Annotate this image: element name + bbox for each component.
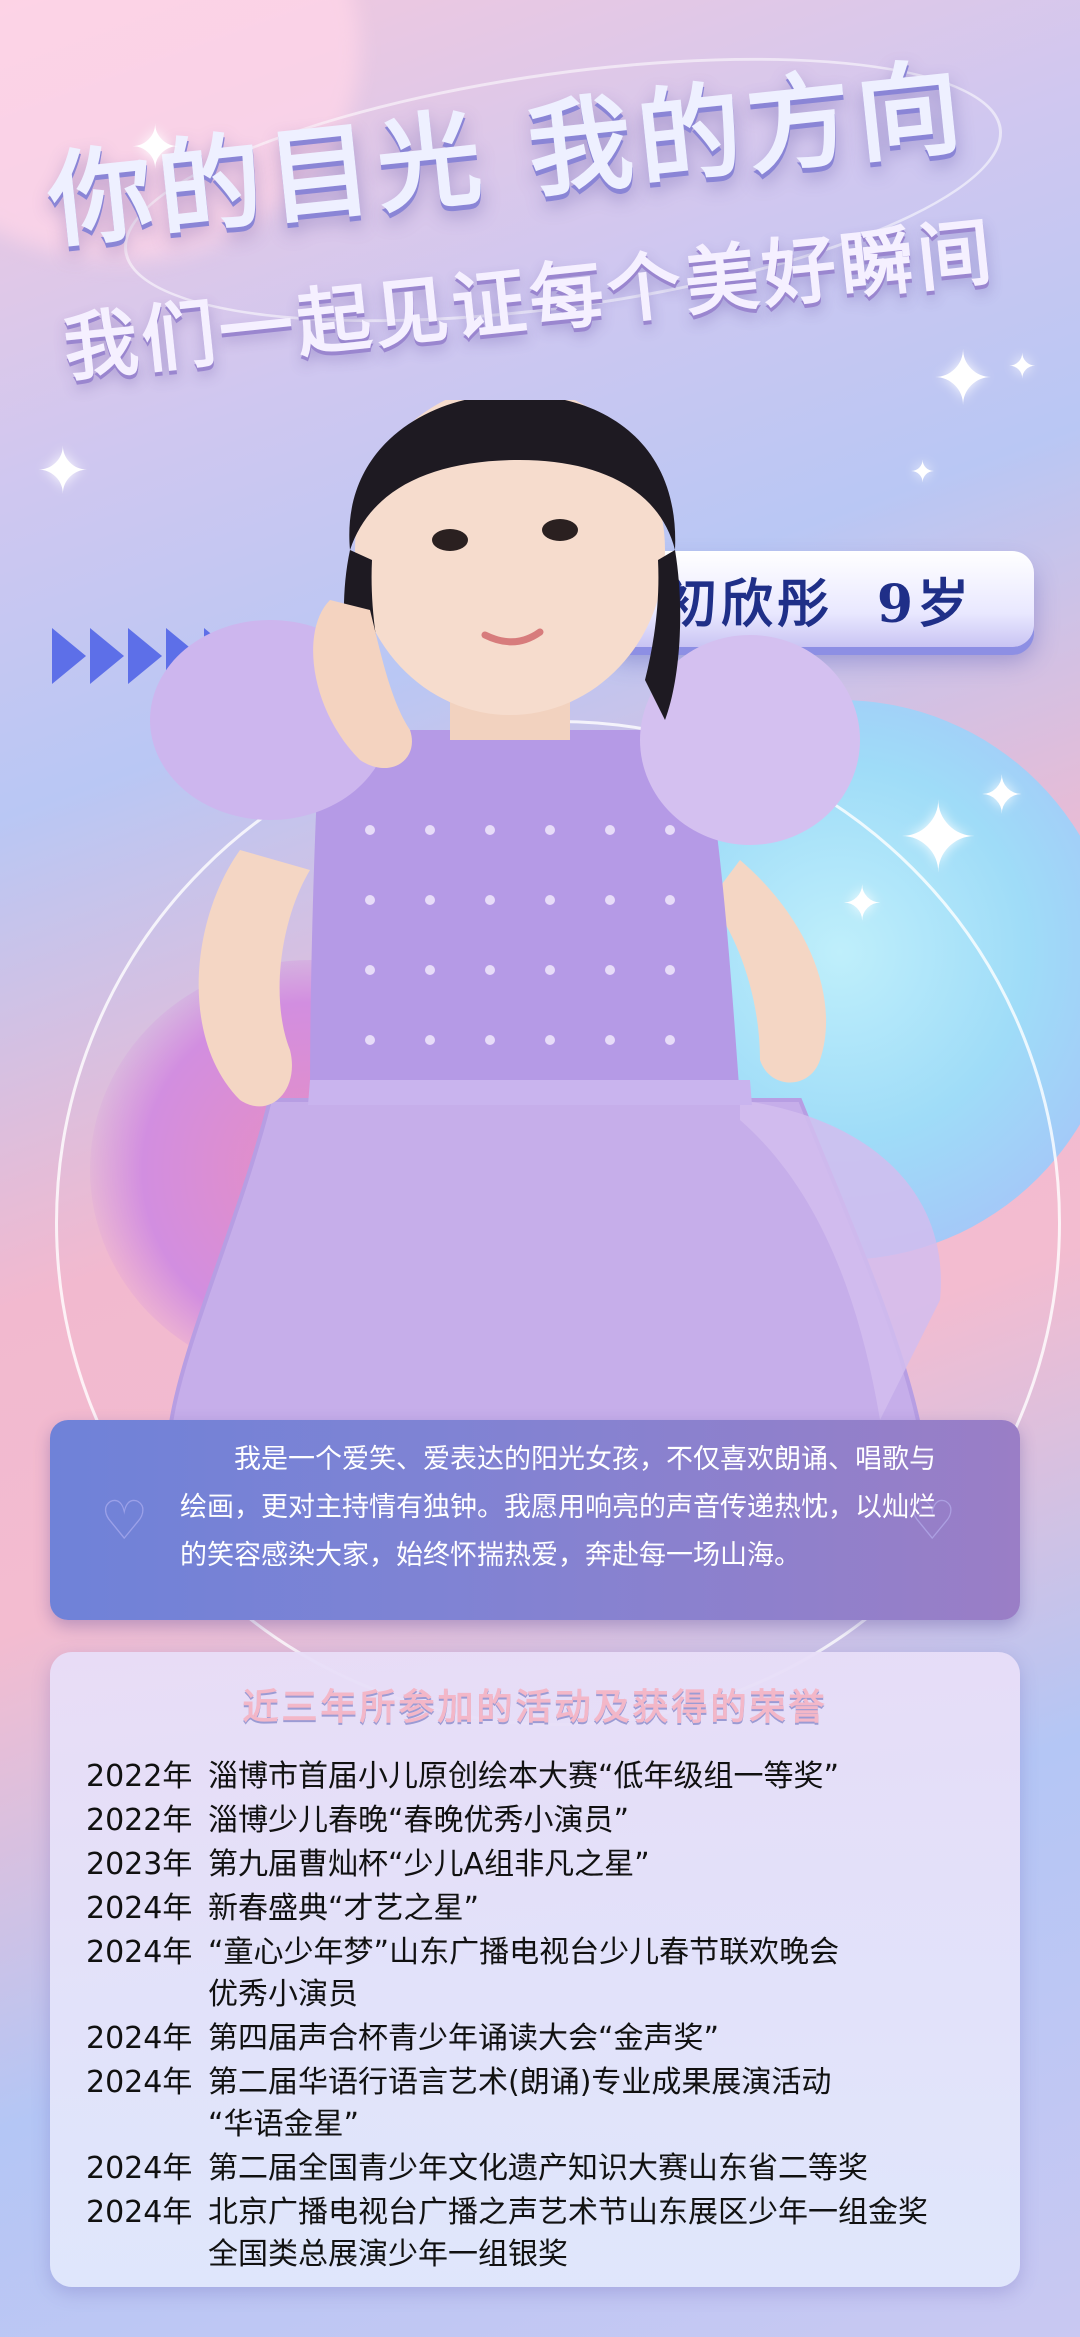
- honor-year: 2022年: [86, 1803, 193, 1838]
- honor-text: 淄博少儿春晚“春晚优秀小演员”: [208, 1803, 630, 1838]
- honor-text: 第二届华语行语言艺术(朗诵)专业成果展演活动: [208, 2065, 832, 2100]
- honor-text: 第四届声合杯青少年诵读大会“金声奖”: [208, 2021, 720, 2056]
- honor-text-continued: 全国类总展演少年一组银奖: [208, 2237, 568, 2272]
- honors-title: 近三年所参加的活动及获得的荣誉: [242, 1687, 828, 1728]
- list-item: 2024年 第四届声合杯青少年诵读大会“金声奖”: [86, 2018, 719, 2060]
- sparkle-star-icon: ✦: [980, 766, 1024, 826]
- honor-year: 2024年: [86, 1891, 193, 1926]
- poster: 你的目光 我的方向 我们一起见证每个美好瞬间 ✦ ✦ ✦ ✦ ✦ ✦ ✦ ✦ 初…: [0, 0, 1080, 2337]
- honor-text-continued: “华语金星”: [208, 2107, 360, 2142]
- honor-year: 2024年: [86, 2151, 193, 2186]
- list-item: 2022年 淄博市首届小儿原创绘本大赛“低年级组一等奖”: [86, 1756, 839, 1798]
- child-portrait-photo: [150, 400, 941, 1430]
- honor-text: 淄博市首届小儿原创绘本大赛“低年级组一等奖”: [208, 1759, 840, 1794]
- list-item: 2022年 淄博少儿春晚“春晚优秀小演员”: [86, 1800, 629, 1842]
- honor-year: 2024年: [86, 2021, 193, 2056]
- heart-icon: ♡: [100, 1489, 149, 1552]
- list-item: 2024年 “童心少年梦”山东广播电视台少儿春节联欢晚会: [86, 1932, 839, 1974]
- sparkle-star-icon: ✦: [36, 435, 90, 509]
- honor-year: 2024年: [86, 2195, 193, 2230]
- intro-card: ♡ ♡ 我是一个爱笑、爱表达的阳光女孩，不仅喜欢朗诵、唱歌与绘画，更对主持情有独…: [50, 1420, 1020, 1620]
- list-item: 2023年 第九届曹灿杯“少儿A组非凡之星”: [86, 1844, 650, 1886]
- honors-card: 近三年所参加的活动及获得的荣誉 2022年 淄博市首届小儿原创绘本大赛“低年级组…: [50, 1652, 1020, 2287]
- list-item: 2024年 新春盛典“才艺之星”: [86, 1888, 479, 1930]
- intro-paragraph: 我是一个爱笑、爱表达的阳光女孩，不仅喜欢朗诵、唱歌与绘画，更对主持情有独钟。我愿…: [180, 1444, 936, 1571]
- honor-text: 北京广播电视台广播之声艺术节山东展区少年一组金奖: [208, 2195, 928, 2230]
- honor-year: 2024年: [86, 1935, 193, 1970]
- list-item: 2024年 第二届华语行语言艺术(朗诵)专业成果展演活动: [86, 2062, 831, 2104]
- honor-year: 2023年: [86, 1847, 193, 1882]
- list-item: 2024年 北京广播电视台广播之声艺术节山东展区少年一组金奖: [86, 2192, 928, 2234]
- honor-year: 2022年: [86, 1759, 193, 1794]
- honor-text: 新春盛典“才艺之星”: [208, 1891, 480, 1926]
- honor-text-continued: 优秀小演员: [208, 1977, 358, 2012]
- honor-text: 第九届曹灿杯“少儿A组非凡之星”: [208, 1847, 650, 1882]
- honor-text: “童心少年梦”山东广播电视台少儿春节联欢晚会: [208, 1935, 840, 1970]
- sparkle-star-icon: ✦: [1008, 347, 1037, 387]
- sparkle-star-icon: ✦: [130, 113, 181, 183]
- honor-text: 第二届全国青少年文化遗产知识大赛山东省二等奖: [208, 2151, 868, 2186]
- honor-year: 2024年: [86, 2065, 193, 2100]
- list-item: 2024年 第二届全国青少年文化遗产知识大赛山东省二等奖: [86, 2148, 868, 2190]
